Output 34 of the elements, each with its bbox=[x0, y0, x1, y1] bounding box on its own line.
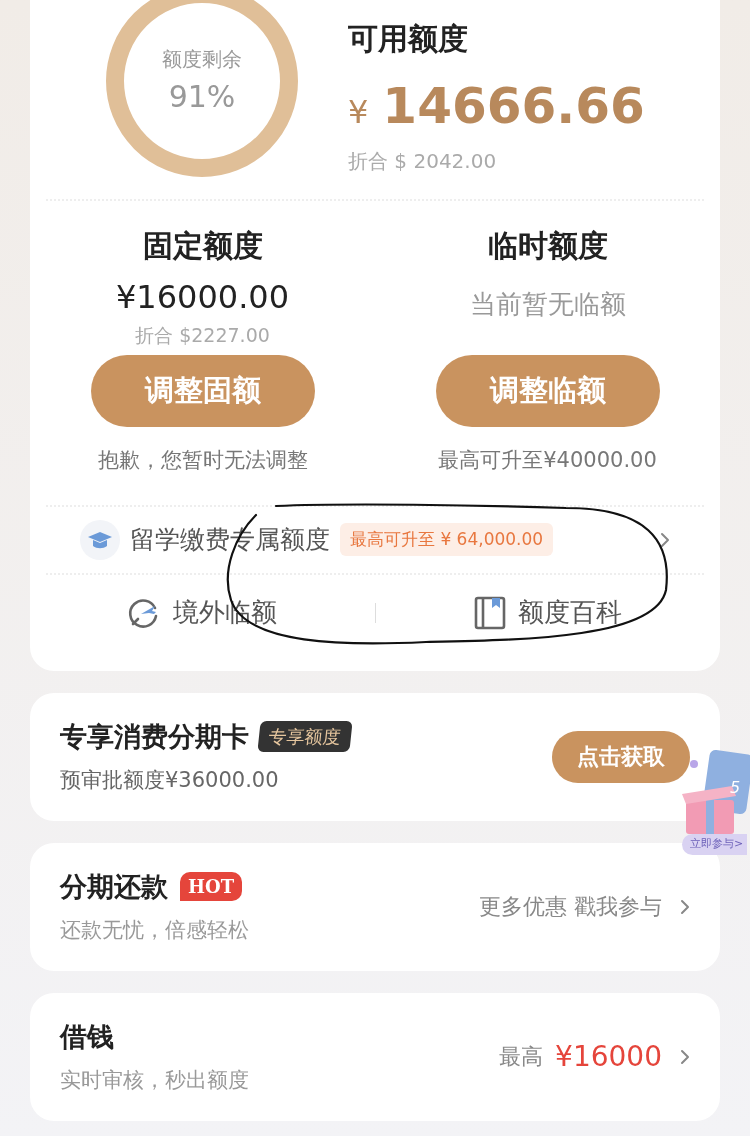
study-limit-badge: 最高可升至 ¥ 64,000.00 bbox=[340, 522, 554, 557]
service-subtitle: 实时审核，秒出额度 bbox=[60, 1067, 249, 1094]
service-title: 借钱 bbox=[60, 1019, 114, 1054]
limit-value: ¥16000.00 bbox=[115, 277, 289, 318]
limit-value: 当前暂无临额 bbox=[469, 288, 626, 321]
hot-tag: HOT bbox=[180, 872, 243, 902]
currency-symbol: ¥ bbox=[348, 92, 369, 133]
available-limit-title: 可用额度 bbox=[348, 20, 469, 58]
chevron-right-icon bbox=[680, 1048, 690, 1065]
available-amount: 14666.66 bbox=[382, 76, 645, 137]
limit-title: 临时额度 bbox=[487, 227, 608, 265]
join-button[interactable]: 立即参与> bbox=[682, 834, 748, 855]
limit-note: 抱歉，您暂时无法调整 bbox=[97, 447, 308, 474]
limit-converted: 折合 $2227.00 bbox=[135, 323, 270, 348]
graduation-cap-icon bbox=[80, 519, 120, 560]
service-title: 分期还款 bbox=[60, 869, 168, 904]
ring-label: 额度剩余 bbox=[162, 45, 242, 73]
quick-link[interactable]: 额度百科 bbox=[517, 593, 622, 632]
card-title: 专享消费分期卡 bbox=[60, 719, 249, 754]
ring-percent: 91% bbox=[168, 77, 236, 116]
service-hint: 最高 bbox=[499, 1043, 544, 1071]
service-subtitle: 还款无忧，倍感轻松 bbox=[60, 917, 249, 944]
discount-label: 5 bbox=[730, 777, 741, 799]
converted-amount: 折合 $ 2042.00 bbox=[348, 148, 498, 175]
service-card[interactable]: 借钱 实时审核，秒出额度 最高 ¥16000 bbox=[30, 992, 720, 1121]
card-subtitle: 预审批额度¥36000.00 bbox=[60, 767, 280, 794]
limit-note: 最高可升至¥40000.00 bbox=[438, 447, 657, 474]
max-amount: ¥16000 bbox=[555, 1038, 662, 1075]
chevron-right-icon bbox=[660, 531, 670, 548]
service-hint: 更多优惠 戳我参与 bbox=[479, 893, 662, 921]
book-icon bbox=[473, 595, 506, 630]
chevron-right-icon bbox=[680, 898, 690, 915]
exclusive-tag: 专享额度 bbox=[257, 721, 353, 753]
limit-title: 固定额度 bbox=[142, 227, 263, 265]
